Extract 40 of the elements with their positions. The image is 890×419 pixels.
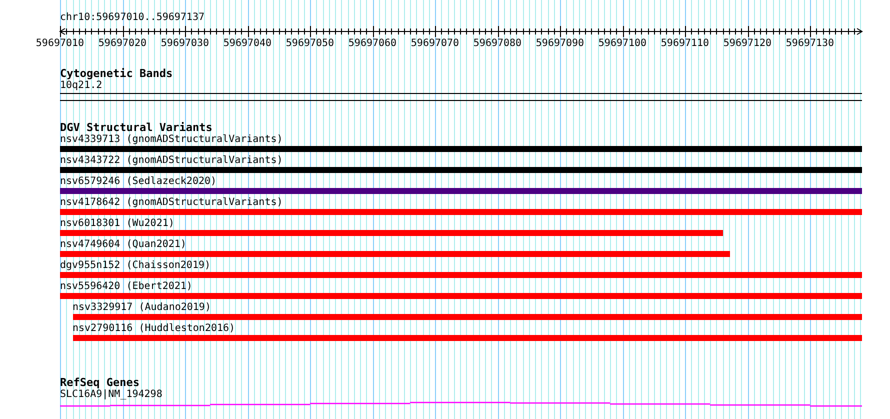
feature-label: nsv2790116 (Huddleston2016): [72, 323, 236, 335]
feature-label: nsv6579246 (Sedlazeck2020): [60, 176, 217, 188]
variant-bar[interactable]: [60, 188, 862, 194]
track-title: DGV Structural Variants: [60, 122, 214, 134]
tick-label: 59697070: [410, 38, 460, 50]
tick-label: 59697110: [660, 38, 710, 50]
variant-bar[interactable]: [72, 314, 862, 320]
variant-bar[interactable]: [60, 146, 862, 152]
tick-label: 59697050: [286, 38, 334, 50]
tick-label: 59697130: [786, 38, 834, 50]
tick-label: 59697080: [473, 38, 522, 50]
location-label: chr10:59697010..59697137: [60, 12, 206, 24]
tick-label: 59697040: [223, 38, 272, 50]
track-title: Cytogenetic Bands: [60, 68, 174, 80]
variant-bar[interactable]: [60, 209, 862, 215]
variant-bar[interactable]: [60, 272, 862, 278]
track-title: RefSeq Genes: [60, 377, 140, 389]
feature-label: nsv3329917 (Audano2019): [72, 302, 211, 314]
tick-label: 59697120: [723, 38, 772, 50]
feature-label: dgv955n152 (Chaisson2019): [60, 260, 211, 272]
variant-bar[interactable]: [72, 335, 862, 341]
tick-label: 59697090: [536, 38, 584, 50]
feature-label: nsv4339713 (gnomADStructuralVariants): [60, 134, 283, 146]
variant-bar[interactable]: [60, 293, 862, 299]
gene-line[interactable]: [59, 402, 863, 407]
tick-label: 59697020: [98, 38, 147, 50]
feature-label: nsv4178642 (gnomADStructuralVariants): [60, 197, 283, 209]
feature-label: 10q21.2: [60, 80, 102, 92]
tick-label: 59697010: [36, 38, 84, 50]
feature-label: nsv4749604 (Quan2021): [60, 239, 186, 251]
tick-label: 59697100: [598, 38, 647, 50]
tick-label: 59697030: [160, 38, 210, 50]
feature-label: nsv4343722 (gnomADStructuralVariants): [60, 155, 283, 167]
feature-label: nsv6018301 (Wu2021): [60, 218, 174, 230]
tick-label: 59697060: [348, 38, 397, 50]
variant-bar[interactable]: [60, 251, 730, 257]
feature-label: nsv5596420 (Ebert2021): [60, 281, 192, 293]
variant-bar[interactable]: [60, 167, 862, 173]
feature-label: SLC16A9|NM_194298: [60, 389, 162, 401]
variant-bar[interactable]: [60, 230, 724, 236]
